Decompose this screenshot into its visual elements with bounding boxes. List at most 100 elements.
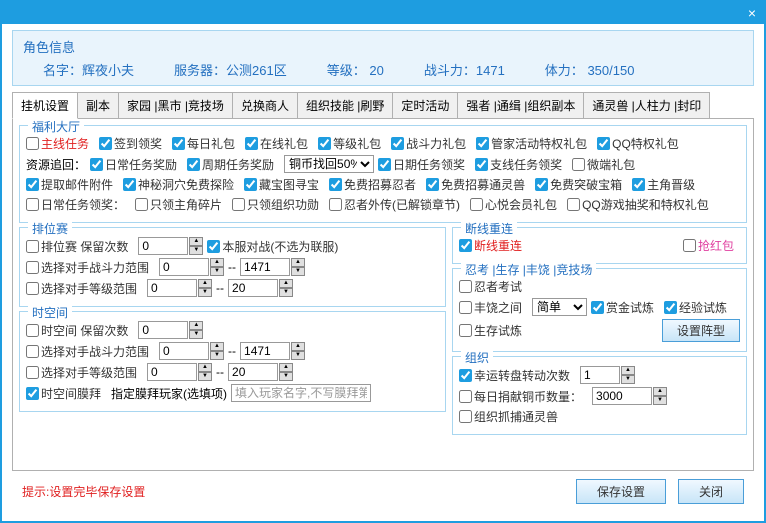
cb-beast[interactable]	[426, 178, 439, 191]
rank-level-min[interactable]	[147, 279, 197, 297]
char-name: 名字：辉夜小夫	[43, 60, 134, 79]
space-power-max[interactable]	[240, 342, 290, 360]
cb-local-server[interactable]	[207, 240, 220, 253]
cb-gaiden[interactable]	[329, 198, 342, 211]
footer-hint: 提示:设置完毕保存设置	[22, 483, 564, 500]
cb-rank-match[interactable]	[26, 240, 39, 253]
cb-cave[interactable]	[123, 178, 136, 191]
tab-orgskill[interactable]: 组织技能 |刷野	[297, 92, 393, 118]
rank-level-max[interactable]	[228, 279, 278, 297]
close-button[interactable]: 关闭	[678, 479, 744, 504]
footer: 提示:设置完毕保存设置 保存设置 关闭	[2, 471, 764, 512]
fengrao-select[interactable]: 简单	[532, 298, 587, 316]
worship-name-input[interactable]	[231, 384, 371, 402]
cb-dailyorg[interactable]	[378, 158, 391, 171]
cb-bounty[interactable]	[591, 301, 604, 314]
cb-orgmerit[interactable]	[232, 198, 245, 211]
space-keep-input[interactable]	[138, 321, 188, 339]
cb-space-keep[interactable]	[26, 324, 39, 337]
char-stamina: 体力： 350/150	[545, 60, 635, 79]
donate-amount-input[interactable]	[592, 387, 652, 405]
cb-space-power[interactable]	[26, 345, 39, 358]
welfare-title: 福利大厅	[28, 119, 84, 135]
cb-treasure[interactable]	[244, 178, 257, 191]
space-power-min[interactable]	[159, 342, 209, 360]
rank-keep-input[interactable]	[138, 237, 188, 255]
space-group: 时空间 时空间 保留次数 ▲▼ 选择对手战斗力范围 ▲▼ -- ▲▼ 选择对手等…	[19, 311, 446, 412]
cb-survive[interactable]	[459, 324, 472, 337]
tab-home[interactable]: 家园 |黑市 |竞技场	[118, 92, 233, 118]
space-level-min[interactable]	[147, 363, 197, 381]
cb-reconnect[interactable]	[459, 239, 472, 252]
save-button[interactable]: 保存设置	[576, 479, 666, 504]
cb-weiduan[interactable]	[572, 158, 585, 171]
char-power: 战斗力：1471	[424, 60, 505, 79]
cb-donate[interactable]	[459, 390, 472, 403]
char-info-title: 角色信息	[23, 37, 743, 56]
worship-spec-label: 指定膜拜玩家(选填项)	[111, 385, 227, 402]
space-title: 时空间	[28, 304, 72, 321]
cb-spin[interactable]	[459, 369, 472, 382]
char-level: 等级： 20	[327, 60, 384, 79]
cb-ninja-exam[interactable]	[459, 280, 472, 293]
tab-dungeon[interactable]: 副本	[77, 92, 119, 118]
cb-org-daily[interactable]	[26, 198, 39, 211]
cb-daily-reward[interactable]	[90, 158, 103, 171]
reconnect-title: 断线重连	[461, 220, 517, 237]
cb-week-reward[interactable]	[187, 158, 200, 171]
cb-steward-gift[interactable]	[476, 137, 489, 150]
reconnect-group: 断线重连 断线重连 抢红包	[452, 227, 747, 264]
cb-fengrao[interactable]	[459, 301, 472, 314]
titlebar: ×	[2, 2, 764, 24]
cb-xinyue[interactable]	[470, 198, 483, 211]
rank-power-min[interactable]	[159, 258, 209, 276]
rank-group: 排位赛 排位赛 保留次数 ▲▼ 本服对战(不选为联服) 选择对手战斗力范围 ▲▼…	[19, 227, 446, 307]
space-level-max[interactable]	[228, 363, 278, 381]
content-area: 福利大厅 主线任务 签到领奖 每日礼包 在线礼包 等级礼包 战斗力礼包 管家活动…	[12, 119, 754, 471]
cb-daily-gift[interactable]	[172, 137, 185, 150]
cb-rank-power[interactable]	[26, 261, 39, 274]
cb-mail[interactable]	[26, 178, 39, 191]
cb-main-quest[interactable]	[26, 137, 39, 150]
main-window: × 角色信息 名字：辉夜小夫 服务器：公测261区 等级： 20 战斗力：147…	[0, 0, 766, 523]
welfare-group: 福利大厅 主线任务 签到领奖 每日礼包 在线礼包 等级礼包 战斗力礼包 管家活动…	[19, 125, 747, 223]
spin-count-input[interactable]	[580, 366, 620, 384]
spinner-up[interactable]: ▲	[189, 237, 203, 246]
close-icon[interactable]: ×	[748, 5, 756, 21]
org-group: 组织 幸运转盘转动次数 ▲▼ 每日捐献铜币数量： ▲▼ 组织抓捕通灵兽	[452, 356, 747, 435]
tab-strong[interactable]: 强者 |通缉 |组织副本	[457, 92, 584, 118]
org-title: 组织	[461, 349, 493, 366]
tab-merchant[interactable]: 兑换商人	[232, 92, 298, 118]
char-info-panel: 角色信息 名字：辉夜小夫 服务器：公测261区 等级： 20 战斗力：1471 …	[12, 30, 754, 86]
cb-ninja[interactable]	[329, 178, 342, 191]
cb-rank-level[interactable]	[26, 282, 39, 295]
tab-bar: 挂机设置 副本 家园 |黑市 |竞技场 兑换商人 组织技能 |刷野 定时活动 强…	[12, 92, 754, 119]
cb-level-gift[interactable]	[318, 137, 331, 150]
resource-label: 资源追回：	[26, 156, 86, 173]
tab-beast[interactable]: 通灵兽 |人柱力 |封印	[583, 92, 710, 118]
cb-signin[interactable]	[99, 137, 112, 150]
endure-title: 忍考 |生存 |丰饶 |竞技场	[461, 261, 596, 278]
tab-timed[interactable]: 定时活动	[392, 92, 458, 118]
cb-mainfrag[interactable]	[135, 198, 148, 211]
cb-branch[interactable]	[475, 158, 488, 171]
char-server: 服务器：公测261区	[174, 60, 287, 79]
cb-exp[interactable]	[664, 301, 677, 314]
cb-qqgame[interactable]	[567, 198, 580, 211]
cb-online-gift[interactable]	[245, 137, 258, 150]
cb-worship[interactable]	[26, 387, 39, 400]
rank-power-max[interactable]	[240, 258, 290, 276]
cb-battle-gift[interactable]	[391, 137, 404, 150]
cb-catch-beast[interactable]	[459, 410, 472, 423]
cb-lead[interactable]	[632, 178, 645, 191]
formation-button[interactable]: 设置阵型	[662, 319, 740, 342]
cb-space-level[interactable]	[26, 366, 39, 379]
cb-redbag[interactable]	[683, 239, 696, 252]
tab-settings[interactable]: 挂机设置	[12, 92, 78, 119]
cb-breach[interactable]	[535, 178, 548, 191]
endure-group: 忍考 |生存 |丰饶 |竞技场 忍者考试 丰饶之间 简单 赏金试炼 经验试炼 生…	[452, 268, 747, 352]
spinner-down[interactable]: ▼	[189, 246, 203, 255]
rank-title: 排位赛	[28, 220, 72, 237]
cb-qq-gift[interactable]	[597, 137, 610, 150]
resource-select[interactable]: 铜币找回50%	[284, 155, 374, 173]
